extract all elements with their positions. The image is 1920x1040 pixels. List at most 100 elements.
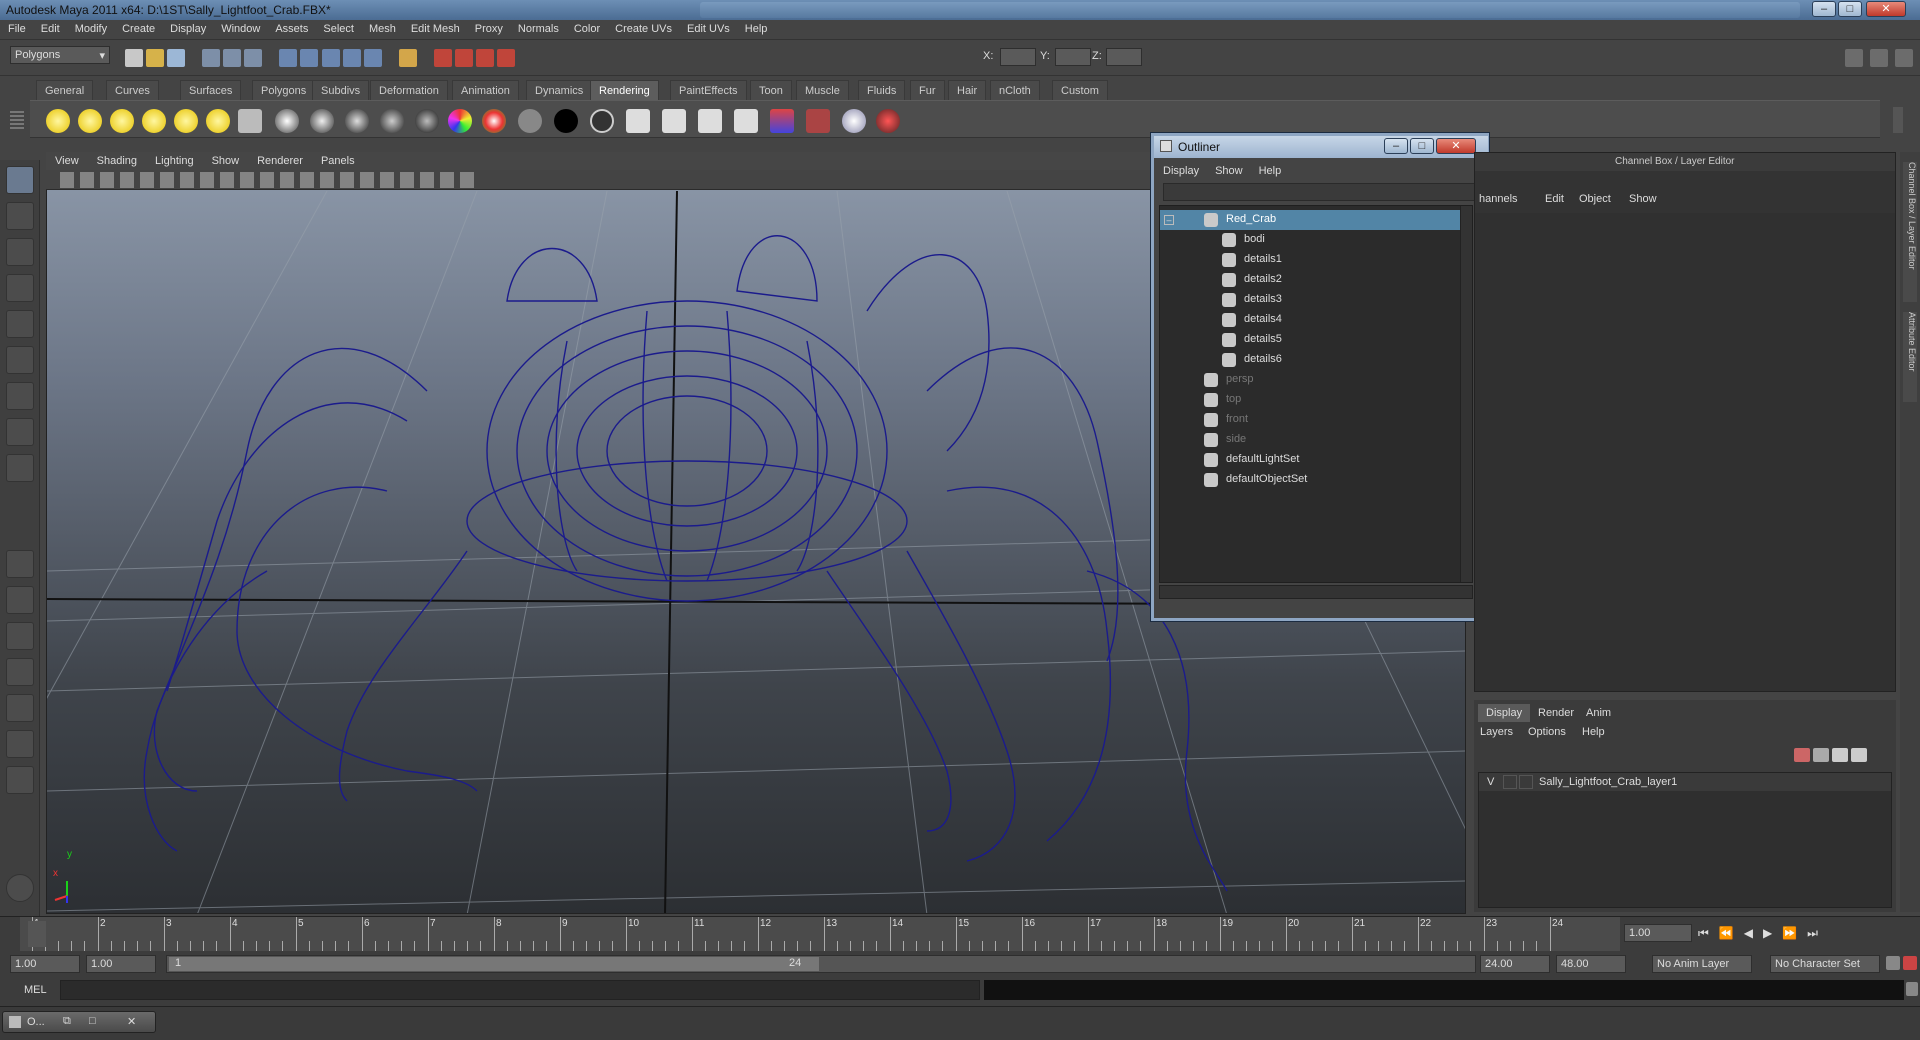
- outliner-item[interactable]: defaultObjectSet: [1160, 470, 1464, 490]
- outliner-item[interactable]: details2: [1160, 270, 1464, 290]
- menu-create-uvs[interactable]: Create UVs: [607, 20, 679, 35]
- scale-tool-icon[interactable]: [6, 346, 34, 374]
- outliner-item[interactable]: details4: [1160, 310, 1464, 330]
- phong-e-shader-icon[interactable]: [380, 109, 404, 133]
- outliner-item[interactable]: bodi: [1160, 230, 1464, 250]
- maximize-button[interactable]: □: [1838, 1, 1862, 17]
- shelf-tab-polygons[interactable]: Polygons: [252, 80, 316, 100]
- outliner-item[interactable]: side: [1160, 430, 1464, 450]
- shelf-tab-hair[interactable]: Hair: [948, 80, 987, 100]
- menu-help[interactable]: Help: [737, 20, 775, 35]
- help-line-icon[interactable]: [6, 874, 34, 902]
- shelf-tab-painteffects[interactable]: PaintEffects: [670, 80, 747, 100]
- ramp-shader-icon[interactable]: [482, 109, 506, 133]
- layer-template-toggle[interactable]: [1503, 775, 1517, 789]
- save-scene-icon[interactable]: [167, 49, 186, 67]
- maximize-icon[interactable]: □: [89, 1015, 96, 1027]
- camera-icon[interactable]: [238, 109, 262, 133]
- outliner-vertical-scrollbar[interactable]: [1460, 206, 1472, 582]
- lasso-tool-icon[interactable]: [6, 202, 34, 230]
- hypershade-layout-icon[interactable]: [6, 694, 34, 722]
- history-icon[interactable]: [398, 49, 417, 67]
- outliner-item[interactable]: details3: [1160, 290, 1464, 310]
- channelbox-menu-object[interactable]: Object: [1579, 193, 1611, 205]
- snap-surface-icon[interactable]: [342, 49, 361, 67]
- menu-create[interactable]: Create: [114, 20, 162, 35]
- anim-layer-dropdown[interactable]: No Anim Layer: [1652, 955, 1752, 973]
- shelf-tab-general[interactable]: General: [36, 80, 94, 100]
- manipulator-tool-icon[interactable]: [6, 382, 34, 410]
- layout-menu-icon[interactable]: [6, 766, 34, 794]
- menu-file[interactable]: File: [0, 20, 33, 35]
- layer-name[interactable]: Sally_Lightfoot_Crab_layer1: [1539, 776, 1677, 788]
- outliner-filter-field[interactable]: [1163, 183, 1481, 201]
- channelbox-menu-show[interactable]: Show: [1629, 193, 1657, 205]
- ambient-light-icon[interactable]: [46, 109, 70, 133]
- character-set-dropdown[interactable]: No Character Set: [1770, 955, 1880, 973]
- layer-tab-anim[interactable]: Anim: [1578, 704, 1619, 722]
- channelbox-menu-edit[interactable]: Edit: [1545, 193, 1564, 205]
- toggle-channelbox-icon[interactable]: [1845, 49, 1863, 67]
- shelf-tab-surfaces[interactable]: Surfaces: [180, 80, 242, 100]
- command-input[interactable]: [60, 980, 980, 1000]
- time-slider[interactable]: 123456789101112131415161718192021222324 …: [0, 916, 1920, 952]
- layer-menu-help[interactable]: Help: [1582, 726, 1605, 738]
- shelf-options-handle[interactable]: [10, 111, 24, 131]
- paint-icon[interactable]: [876, 109, 900, 133]
- shelf-tab-dynamics[interactable]: Dynamics: [526, 80, 593, 100]
- range-bar[interactable]: 1 24: [166, 955, 1476, 973]
- shading-map-icon[interactable]: [590, 109, 614, 133]
- new-scene-icon[interactable]: [125, 49, 143, 67]
- current-time-field[interactable]: 1.00: [1624, 924, 1692, 942]
- layer-color-swatch[interactable]: [1519, 775, 1533, 789]
- minimize-button[interactable]: –: [1812, 1, 1836, 17]
- shelf-tab-fluids[interactable]: Fluids: [858, 80, 906, 100]
- shelf-tab-rendering[interactable]: Rendering: [590, 80, 659, 100]
- snap-point-icon[interactable]: [321, 49, 340, 67]
- move-layer-down-icon[interactable]: [1851, 748, 1868, 762]
- outliner-title-bar[interactable]: Outliner – □ ✕: [1154, 136, 1488, 158]
- collapse-toggle-icon[interactable]: –: [1164, 215, 1174, 225]
- outliner-item[interactable]: details1: [1160, 250, 1464, 270]
- menu-color[interactable]: Color: [566, 20, 607, 35]
- auto-key-icon[interactable]: [1886, 956, 1900, 970]
- toggle-attribute-editor-icon[interactable]: [1870, 49, 1888, 67]
- shelf-tab-animation[interactable]: Animation: [452, 80, 519, 100]
- viewport-menu-shading[interactable]: Shading: [88, 152, 146, 167]
- menu-normals[interactable]: Normals: [510, 20, 566, 35]
- outliner-maximize-button[interactable]: □: [1410, 138, 1434, 154]
- viewport-menu-renderer[interactable]: Renderer: [248, 152, 312, 167]
- last-tool-icon[interactable]: [6, 454, 34, 482]
- render-icon[interactable]: [626, 109, 650, 133]
- render-view-icon[interactable]: [734, 109, 758, 133]
- outliner-item[interactable]: top: [1160, 390, 1464, 410]
- hypershade-icon[interactable]: [496, 49, 515, 67]
- outliner-item[interactable]: – Red_Crab: [1160, 210, 1464, 230]
- outliner-item[interactable]: defaultLightSet: [1160, 450, 1464, 470]
- viewport-menu-view[interactable]: View: [46, 152, 88, 167]
- custom-layout-icon[interactable]: [6, 730, 34, 758]
- ipr-icon[interactable]: [662, 109, 686, 133]
- shelf-tab-curves[interactable]: Curves: [106, 80, 159, 100]
- shelf-tab-custom[interactable]: Custom: [1052, 80, 1108, 100]
- outliner-close-button[interactable]: ✕: [1436, 138, 1476, 154]
- snap-grid-icon[interactable]: [279, 49, 298, 67]
- ipr-render-icon[interactable]: [454, 49, 473, 67]
- shelf-tab-fur[interactable]: Fur: [910, 80, 945, 100]
- outliner-item[interactable]: front: [1160, 410, 1464, 430]
- toggle-tool-settings-icon[interactable]: [1895, 49, 1913, 67]
- outliner-minimize-button[interactable]: –: [1384, 138, 1408, 154]
- menu-mesh[interactable]: Mesh: [361, 20, 403, 35]
- time-ruler[interactable]: 123456789101112131415161718192021222324: [20, 917, 1620, 951]
- four-pane-layout-icon[interactable]: [6, 586, 34, 614]
- move-layer-up-icon[interactable]: [1832, 748, 1849, 762]
- surface-shader-icon[interactable]: [518, 109, 542, 133]
- blinn-shader-icon[interactable]: [275, 109, 299, 133]
- point-light-icon[interactable]: [110, 109, 134, 133]
- spot-light-icon[interactable]: [142, 109, 166, 133]
- layer-menu-options[interactable]: Options: [1528, 726, 1566, 738]
- graph-layout-icon[interactable]: [6, 658, 34, 686]
- shelf-tab-subdivs[interactable]: Subdivs: [312, 80, 370, 100]
- layer-menu-layers[interactable]: Layers: [1480, 726, 1513, 738]
- close-icon[interactable]: ✕: [127, 1015, 136, 1028]
